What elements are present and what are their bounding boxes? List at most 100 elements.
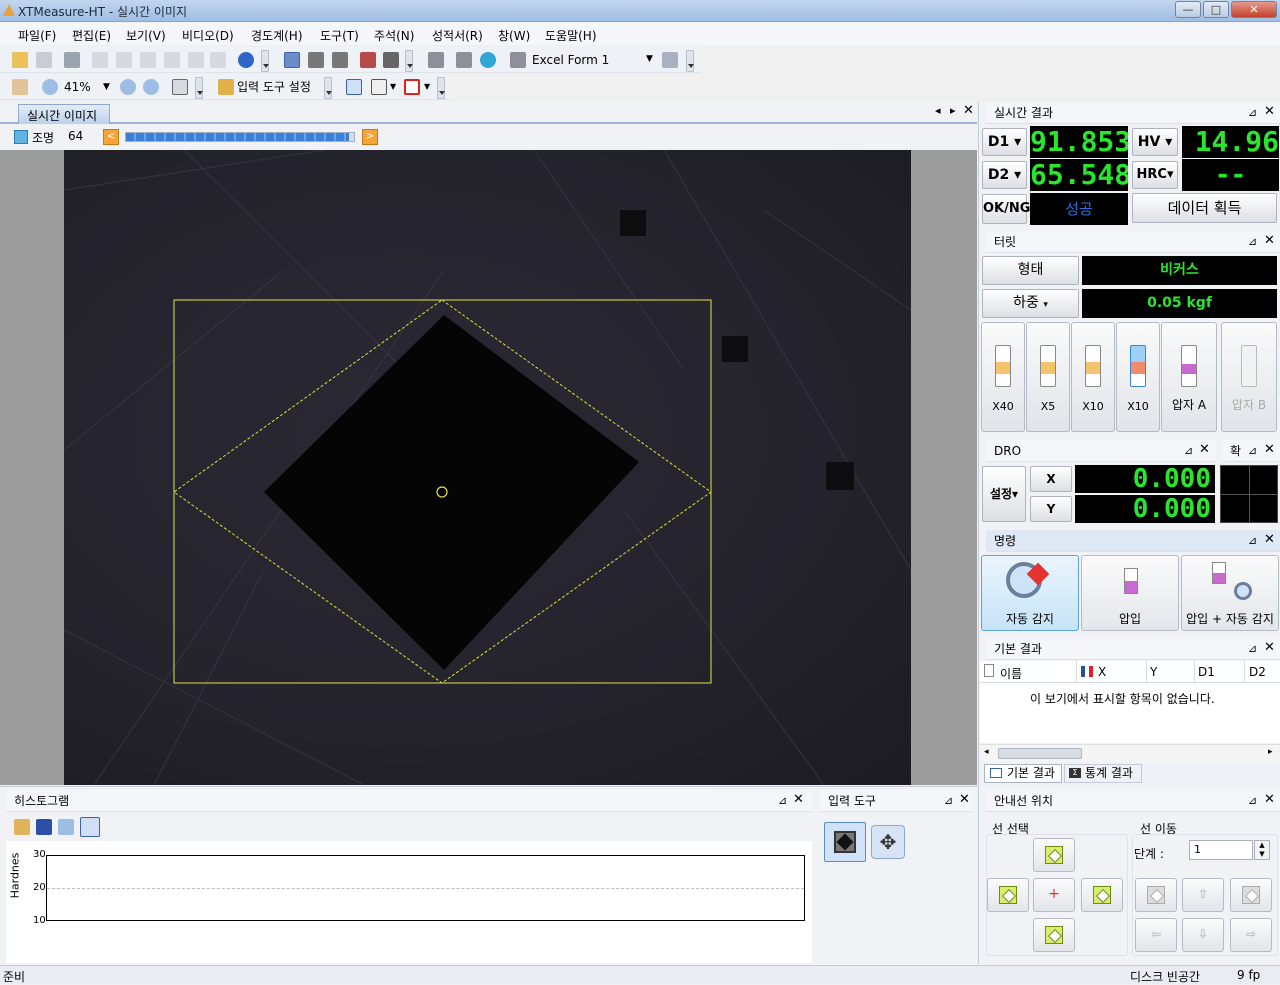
select-center-button[interactable]: + xyxy=(1033,878,1075,912)
select-bottom-line-button[interactable] xyxy=(1033,918,1075,952)
menu-video[interactable]: 비디오(D) xyxy=(182,27,234,44)
toolbar-overflow-5[interactable] xyxy=(324,77,332,99)
save-icon[interactable] xyxy=(36,819,52,835)
objective-x10-button[interactable]: X10 xyxy=(1071,322,1115,432)
chevron-down-icon[interactable]: ▼ xyxy=(390,82,396,91)
delete-icon[interactable] xyxy=(164,52,180,68)
menu-help[interactable]: 도움말(H) xyxy=(545,27,597,44)
chevron-down-icon[interactable]: ▼ xyxy=(646,54,653,64)
fill-color-icon[interactable] xyxy=(371,79,387,95)
close-icon[interactable]: ✕ xyxy=(793,792,804,807)
lighting-decrease-button[interactable]: < xyxy=(103,129,119,145)
menu-edit[interactable]: 편집(E) xyxy=(72,27,111,44)
help-icon[interactable] xyxy=(238,52,254,68)
close-icon[interactable]: ✕ xyxy=(1264,233,1275,248)
toolbar-overflow[interactable] xyxy=(261,50,269,72)
excel-form-select[interactable]: Excel Form 1 xyxy=(532,51,658,69)
minimize-button[interactable]: — xyxy=(1175,1,1201,18)
close-window-button[interactable]: ✕ xyxy=(1231,1,1277,18)
close-icon[interactable]: ✕ xyxy=(1264,104,1275,119)
pin-icon[interactable]: ⊿ xyxy=(1248,534,1257,547)
chevron-down-icon[interactable]: ▼ xyxy=(424,82,430,91)
toolbar-overflow-6[interactable] xyxy=(437,77,445,99)
acquire-data-button[interactable]: 데이터 획득 xyxy=(1132,193,1277,223)
grid-icon[interactable] xyxy=(346,79,362,95)
pin-icon[interactable]: ⊿ xyxy=(778,794,787,807)
step-spinner[interactable]: ▲ ▼ xyxy=(1254,840,1270,860)
tab-scroll-right[interactable]: ▸ xyxy=(950,104,956,117)
pin-icon[interactable]: ⊿ xyxy=(1248,794,1257,807)
objective-x40-button[interactable]: X40 xyxy=(981,322,1025,432)
form-settings-icon[interactable] xyxy=(662,52,678,68)
column-d2[interactable]: D2 xyxy=(1249,665,1266,679)
d1-select-button[interactable]: D1 ▾ xyxy=(982,128,1027,156)
column-y[interactable]: Y xyxy=(1150,665,1157,679)
fit-window-icon[interactable] xyxy=(172,79,188,95)
move-tool-icon[interactable]: ✥ xyxy=(871,825,905,859)
copy-icon[interactable] xyxy=(116,52,132,68)
move-up-right-button[interactable] xyxy=(1230,878,1272,912)
camera-live-icon[interactable] xyxy=(284,52,300,68)
chevron-down-icon[interactable]: ▼ xyxy=(103,82,110,92)
move-down-button[interactable]: ⇩ xyxy=(1182,918,1224,952)
print-icon[interactable] xyxy=(64,52,80,68)
pin-icon[interactable]: ⊿ xyxy=(1248,106,1257,119)
select-top-line-button[interactable] xyxy=(1033,838,1075,872)
link-icon[interactable] xyxy=(14,819,30,835)
objective-x10-active-button[interactable]: X10 xyxy=(1116,322,1160,432)
load-select-button[interactable]: 하중 ▾ xyxy=(982,289,1079,318)
report-list-icon[interactable] xyxy=(456,52,472,68)
move-up-left-button[interactable] xyxy=(1135,878,1177,912)
scroll-left-icon[interactable]: ◂ xyxy=(984,747,989,757)
camera-settings-icon[interactable] xyxy=(332,52,348,68)
horizontal-scrollbar[interactable]: ◂ ▸ xyxy=(980,744,1280,762)
redo-icon[interactable] xyxy=(210,52,226,68)
image-viewport[interactable] xyxy=(0,150,977,785)
zoom-in-icon[interactable] xyxy=(143,79,159,95)
indenter-b-button[interactable]: 압자 B xyxy=(1221,322,1277,432)
menu-tools[interactable]: 도구(T) xyxy=(320,27,359,44)
copy-icon[interactable] xyxy=(58,819,74,835)
pin-icon[interactable]: ⊿ xyxy=(1248,642,1257,655)
close-icon[interactable]: ✕ xyxy=(959,792,970,807)
hand-icon[interactable] xyxy=(12,79,28,95)
d2-select-button[interactable]: D2 ▾ xyxy=(982,161,1027,189)
undo-icon[interactable] xyxy=(188,52,204,68)
camera-capture-icon[interactable] xyxy=(308,52,324,68)
menu-hardness[interactable]: 경도계(H) xyxy=(251,27,303,44)
close-icon[interactable]: ✕ xyxy=(1264,532,1275,547)
tab-scroll-left[interactable]: ◂ xyxy=(935,104,941,117)
hv-select-button[interactable]: HV ▾ xyxy=(1132,128,1178,156)
auto-detect-button[interactable]: 자동 감지 xyxy=(981,555,1079,631)
column-d1[interactable]: D1 xyxy=(1198,665,1215,679)
grid-toggle-icon[interactable] xyxy=(80,817,100,837)
dro-settings-button[interactable]: 설정▾ xyxy=(982,466,1026,522)
menu-view[interactable]: 보기(V) xyxy=(126,27,166,44)
menu-file[interactable]: 파일(F) xyxy=(18,27,56,44)
input-tool-settings-button[interactable]: 입력 도구 설정 xyxy=(237,78,327,96)
tab-close[interactable]: ✕ xyxy=(963,103,974,118)
close-icon[interactable]: ✕ xyxy=(1264,442,1275,457)
toolbar-overflow-3[interactable] xyxy=(686,50,694,72)
close-icon[interactable]: ✕ xyxy=(1264,792,1275,807)
indent-button[interactable]: 압입 xyxy=(1081,555,1179,631)
report-icon[interactable] xyxy=(428,52,444,68)
pin-icon[interactable]: ⊿ xyxy=(1184,444,1193,457)
scrollbar-thumb[interactable] xyxy=(998,748,1082,759)
move-right-button[interactable]: ⇨ xyxy=(1230,918,1272,952)
close-icon[interactable]: ✕ xyxy=(1199,442,1210,457)
close-icon[interactable]: ✕ xyxy=(1264,640,1275,655)
hrc-select-button[interactable]: HRC▾ xyxy=(1132,161,1178,189)
diamond-tool-button[interactable] xyxy=(824,822,866,862)
menu-annotation[interactable]: 주석(N) xyxy=(374,27,414,44)
zoom-out-icon[interactable] xyxy=(120,79,136,95)
indent-auto-detect-button[interactable]: 압입 + 자동 감지 xyxy=(1181,555,1279,631)
open-icon[interactable] xyxy=(12,52,28,68)
line-color-icon[interactable] xyxy=(404,79,420,95)
objective-x5-button[interactable]: X5 xyxy=(1026,322,1070,432)
snapshot-icon[interactable] xyxy=(383,52,399,68)
maximize-button[interactable]: □ xyxy=(1203,1,1229,18)
toolbar-overflow-4[interactable] xyxy=(195,77,203,99)
menu-window[interactable]: 창(W) xyxy=(498,27,530,44)
step-input[interactable]: 1 xyxy=(1189,840,1253,860)
